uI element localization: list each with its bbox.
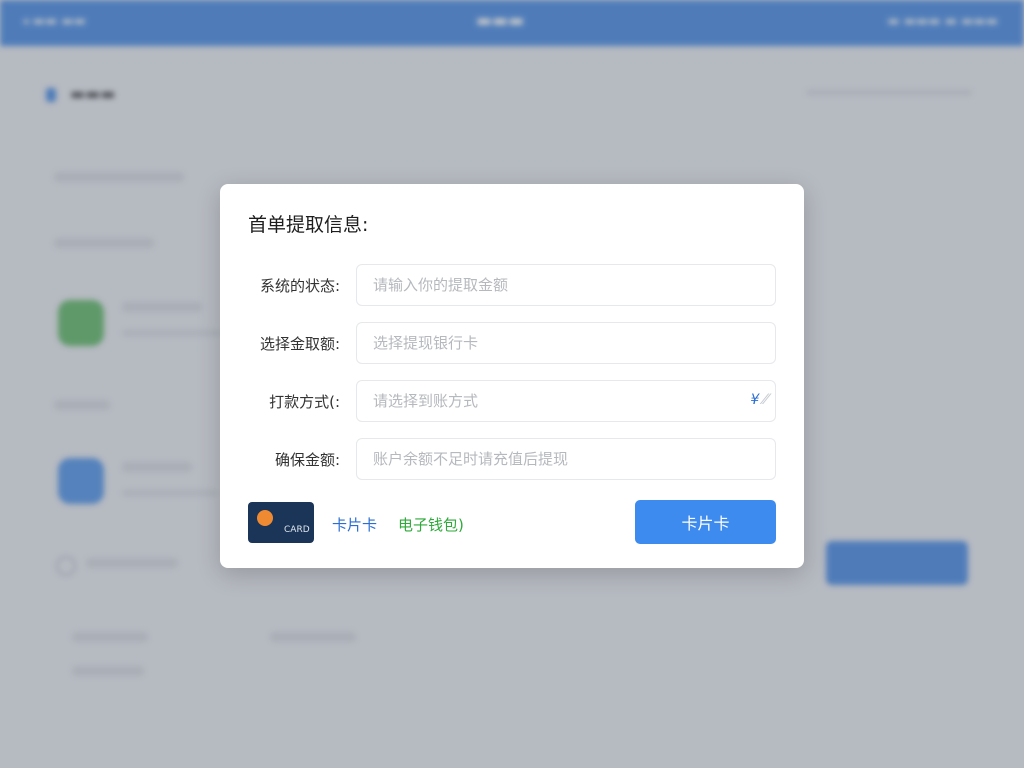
withdraw-info-dialog: 首单提取信息: 系统的状态: 选择金取额: 打款方式(: ¥⁄⁄ 确保金额: C… bbox=[220, 184, 804, 568]
bank-card-select[interactable] bbox=[356, 322, 776, 364]
bank-card-option[interactable]: 卡片卡 bbox=[332, 514, 377, 535]
ewallet-option[interactable]: 电子钱包) bbox=[398, 514, 464, 535]
confirm-amount-input[interactable] bbox=[356, 438, 776, 480]
card-chip-icon bbox=[257, 510, 273, 526]
card-brand-text: CARD bbox=[284, 525, 310, 535]
form-row-amount: 选择金取额: bbox=[220, 322, 804, 364]
payout-method-input[interactable] bbox=[356, 380, 776, 422]
bank-card-icon: CARD bbox=[248, 502, 314, 543]
form-row-method: 打款方式(: ¥⁄⁄ bbox=[220, 380, 804, 422]
currency-suffix-icon: ¥ ⁄⁄ bbox=[750, 392, 768, 408]
dialog-title: 首单提取信息: bbox=[248, 214, 369, 236]
currency-suffix-text: ¥ bbox=[750, 392, 760, 408]
status-label: 系统的状态: bbox=[259, 277, 340, 295]
form-row-status: 系统的状态: bbox=[220, 264, 804, 306]
amount-label: 选择金取额: bbox=[259, 335, 340, 353]
confirm-amount-label: 确保金额: bbox=[274, 451, 340, 469]
withdraw-amount-input[interactable] bbox=[356, 264, 776, 306]
payout-method-label: 打款方式(: bbox=[269, 393, 340, 411]
confirm-withdraw-button[interactable]: 卡片卡 bbox=[635, 500, 776, 544]
form-row-confirm: 确保金额: bbox=[220, 438, 804, 480]
